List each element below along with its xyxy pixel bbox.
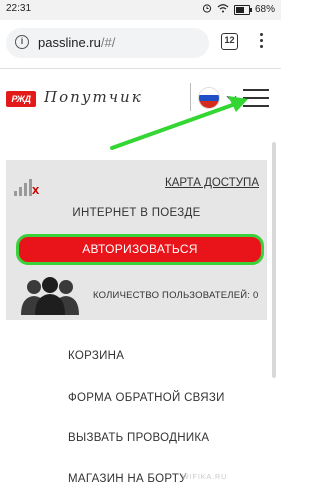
rzd-logo[interactable]: РЖД xyxy=(6,91,36,107)
alarm-icon xyxy=(202,3,212,16)
status-bar: 22:31 68% xyxy=(0,0,281,20)
battery-percent: 68% xyxy=(254,4,275,15)
main-content: x КАРТА ДОСТУПА ИНТЕРНЕТ В ПОЕЗДЕ АВТОРИ… xyxy=(0,130,281,500)
header-divider xyxy=(190,83,191,111)
users-icon xyxy=(16,275,84,315)
browser-toolbar: i passline.ru/#/ 12 xyxy=(0,20,281,69)
url-path: /#/ xyxy=(100,35,116,50)
battery-icon xyxy=(233,4,252,15)
tab-switcher-button[interactable]: 12 xyxy=(221,33,238,50)
brand-name[interactable]: Попутчик xyxy=(44,88,143,106)
no-connection-icon: x xyxy=(32,182,40,197)
status-time: 22:31 xyxy=(6,3,32,14)
users-count: КОЛИЧЕСТВО ПОЛЬЗОВАТЕЛЕЙ: 0 xyxy=(93,290,259,301)
wifi-icon xyxy=(217,3,229,16)
access-map-link[interactable]: КАРТА ДОСТУПА xyxy=(165,177,259,189)
watermark: WIFIKA.RU xyxy=(182,474,228,481)
hamburger-menu-icon[interactable] xyxy=(243,89,269,109)
address-bar[interactable]: i passline.ru/#/ xyxy=(6,28,209,58)
authorize-button[interactable]: АВТОРИЗОВАТЬСЯ xyxy=(16,234,264,265)
more-menu-icon[interactable] xyxy=(255,33,267,53)
connection-panel: x КАРТА ДОСТУПА ИНТЕРНЕТ В ПОЕЗДЕ АВТОРИ… xyxy=(6,160,267,320)
status-icons: 68% xyxy=(202,3,275,16)
menu-item-call-attendant[interactable]: ВЫЗВАТЬ ПРОВОДНИКА xyxy=(68,432,209,444)
menu-item-feedback-form[interactable]: ФОРМА ОБРАТНОЙ СВЯЗИ xyxy=(68,392,225,404)
site-header: РЖД Попутчик xyxy=(0,69,281,129)
internet-title: ИНТЕРНЕТ В ПОЕЗДЕ xyxy=(72,207,201,219)
site-info-icon[interactable]: i xyxy=(15,35,29,49)
page-scrollbar[interactable] xyxy=(272,142,276,378)
menu-item-cart[interactable]: КОРЗИНА xyxy=(68,350,124,362)
url-text[interactable]: passline.ru/#/ xyxy=(38,35,115,50)
ru-flag-icon[interactable] xyxy=(198,87,220,109)
menu-item-onboard-shop[interactable]: МАГАЗИН НА БОРТУ xyxy=(68,473,187,485)
url-host: passline.ru xyxy=(38,35,101,50)
chevron-down-icon[interactable] xyxy=(226,91,237,102)
